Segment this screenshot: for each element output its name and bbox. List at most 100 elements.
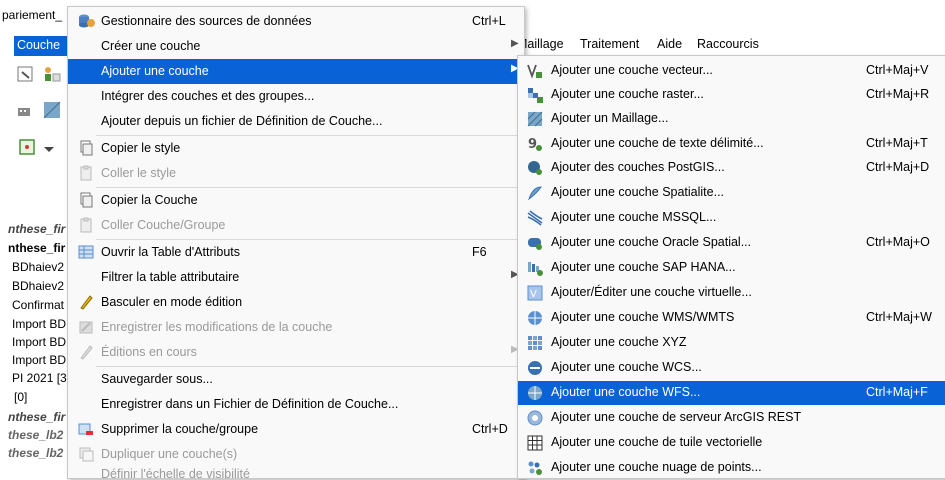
- menu-item-copy-style[interactable]: Copier le style: [68, 136, 524, 161]
- menu-item-remove-layer[interactable]: Supprimer la couche/groupe Ctrl+D: [68, 417, 524, 442]
- submenu-item-label: Ajouter une couche Oracle Spatial...: [551, 235, 752, 249]
- submenu-item-xyz[interactable]: Ajouter une couche XYZ: [518, 331, 945, 355]
- layer-row[interactable]: nthese_fir: [8, 222, 65, 236]
- submenu-item-label: Ajouter une couche WMS/WMTS: [551, 310, 735, 324]
- submenu-item-spatialite[interactable]: Ajouter une couche Spatialite...: [518, 181, 945, 205]
- submenu-item-label: Ajouter une couche nuage de points...: [551, 460, 762, 474]
- menu-item-label: Ajouter depuis un fichier de Définition …: [101, 114, 383, 128]
- submenu-item-vector[interactable]: Ajouter une couche vecteur... Ctrl+Maj+V: [518, 59, 945, 83]
- window-title: pariement_: [2, 8, 63, 22]
- menu-aide[interactable]: Aide: [657, 37, 682, 51]
- submenu-item-postgis[interactable]: Ajouter des couches PostGIS... Ctrl+Maj+…: [518, 156, 945, 180]
- mesh-layer-icon: [527, 111, 543, 127]
- menu-raccourcis[interactable]: Raccourcis: [697, 37, 759, 51]
- submenu-item-mesh[interactable]: Ajouter un Maillage...: [518, 107, 945, 131]
- menu-couche[interactable]: Couche: [14, 36, 68, 56]
- menu-item-label: Coller Couche/Groupe: [101, 218, 226, 232]
- menu-item-label: Ouvrir la Table d'Attributs: [101, 245, 241, 259]
- submenu-item-label: Ajouter des couches PostGIS...: [551, 160, 725, 174]
- menu-item-label: Ajouter une couche: [101, 64, 209, 78]
- layer-row[interactable]: BDhaiev2: [12, 279, 64, 293]
- submenu-item-point-cloud[interactable]: Ajouter une couche nuage de points...: [518, 456, 945, 480]
- submenu-item-oracle[interactable]: Ajouter une couche Oracle Spatial... Ctr…: [518, 231, 945, 255]
- couche-menu: Gestionnaire des sources de données Ctrl…: [67, 6, 525, 479]
- attribute-icon[interactable]: [42, 64, 62, 84]
- layer-row[interactable]: Import BD: [12, 353, 66, 367]
- paste-icon: [78, 217, 94, 233]
- menu-item-open-attribute-table[interactable]: Ouvrir la Table d'Attributs F6: [68, 240, 524, 265]
- menu-item-duplicate-layer[interactable]: Dupliquer une couche(s): [68, 442, 524, 467]
- menu-item-add-layer[interactable]: Ajouter une couche ▶: [68, 59, 524, 84]
- raster-layer-icon: [527, 87, 543, 103]
- layer-row[interactable]: Import BD: [12, 317, 66, 331]
- menu-item-label: Créer une couche: [101, 39, 201, 53]
- menu-item-label: Copier la Couche: [101, 193, 198, 207]
- submenu-item-label: Ajouter une couche de tuile vectorielle: [551, 435, 763, 449]
- mssql-icon: [527, 210, 543, 226]
- submenu-item-mssql[interactable]: Ajouter une couche MSSQL...: [518, 206, 945, 230]
- copy-icon: [78, 192, 94, 208]
- menu-item-label: Définir l'échelle de visibilité: [101, 467, 250, 478]
- menu-item-save-definition-file[interactable]: Enregistrer dans un Fichier de Définitio…: [68, 392, 524, 417]
- digitize-icon[interactable]: [16, 102, 36, 122]
- layer-row[interactable]: these_lb2: [8, 428, 63, 442]
- menu-item-label: Gestionnaire des sources de données: [101, 14, 312, 28]
- delimited-text-icon: 9: [527, 136, 543, 152]
- menu-item-current-edits[interactable]: Éditions en cours ▶: [68, 340, 524, 365]
- menu-item-embed-layers[interactable]: Intégrer des couches et des groupes...: [68, 84, 524, 109]
- virtual-layer-icon: V: [527, 285, 543, 301]
- layer-row[interactable]: PI 2021 [3: [12, 371, 67, 385]
- wcs-icon: [527, 360, 543, 376]
- menu-item-filter-table[interactable]: Filtrer la table attributaire ▶: [68, 265, 524, 290]
- submenu-arrow-icon: ▶: [511, 38, 519, 49]
- layer-row[interactable]: [0]: [14, 390, 27, 404]
- menu-item-toggle-editing[interactable]: Basculer en mode édition: [68, 290, 524, 315]
- layer-row[interactable]: Confirmat: [12, 298, 64, 312]
- submenu-item-wms[interactable]: Ajouter une couche WMS/WMTS Ctrl+Maj+W: [518, 306, 945, 330]
- menu-item-add-from-definition[interactable]: Ajouter depuis un fichier de Définition …: [68, 109, 524, 134]
- menu-item-copy-layer[interactable]: Copier la Couche: [68, 188, 524, 213]
- dropdown-arrow-icon[interactable]: [42, 142, 58, 156]
- submenu-item-vector-tile[interactable]: Ajouter une couche de tuile vectorielle: [518, 431, 945, 455]
- menu-item-paste-style[interactable]: Coller le style: [68, 161, 524, 186]
- menu-item-shortcut: Ctrl+D: [472, 422, 508, 436]
- menu-traitement[interactable]: Traitement: [580, 37, 639, 51]
- submenu-item-label: Ajouter une couche MSSQL...: [551, 210, 717, 224]
- layer-row[interactable]: Import BD: [12, 335, 66, 349]
- layer-row[interactable]: BDhaiev2: [12, 260, 64, 274]
- submenu-item-label: Ajouter une couche Spatialite...: [551, 185, 725, 199]
- submenu-item-wfs[interactable]: Ajouter une couche WFS... Ctrl+Maj+F: [518, 381, 945, 405]
- submenu-item-arcgis-rest[interactable]: Ajouter une couche de serveur ArcGIS RES…: [518, 406, 945, 430]
- add-layer-submenu: Ajouter une couche vecteur... Ctrl+Maj+V…: [517, 55, 945, 479]
- wfs-icon: [527, 385, 543, 401]
- submenu-item-shortcut: Ctrl+Maj+V: [866, 63, 929, 77]
- submenu-item-shortcut: Ctrl+Maj+D: [866, 160, 930, 174]
- submenu-item-shortcut: Ctrl+Maj+R: [866, 87, 930, 101]
- raster-tool-icon[interactable]: [42, 100, 62, 120]
- menu-item-label: Filtrer la table attributaire: [101, 270, 240, 284]
- hana-icon: [527, 260, 543, 276]
- menu-item-create-layer[interactable]: Créer une couche ▶: [68, 34, 524, 59]
- submenu-item-wcs[interactable]: Ajouter une couche WCS...: [518, 356, 945, 380]
- database-icon: [78, 13, 95, 29]
- submenu-item-raster[interactable]: Ajouter une couche raster... Ctrl+Maj+R: [518, 83, 945, 107]
- menu-item-visibility-scale[interactable]: Définir l'échelle de visibilité: [68, 467, 524, 478]
- submenu-item-virtual-layer[interactable]: V Ajouter/Éditer une couche virtuelle...: [518, 281, 945, 305]
- menu-item-paste-layer[interactable]: Coller Couche/Groupe: [68, 213, 524, 238]
- layer-row[interactable]: nthese_fir: [8, 241, 65, 255]
- menu-item-label: Dupliquer une couche(s): [101, 447, 238, 461]
- select-feature-icon[interactable]: [18, 138, 38, 158]
- menu-item-save-edits[interactable]: Enregistrer les modifications de la couc…: [68, 315, 524, 340]
- submenu-item-delimited-text[interactable]: 9 Ajouter une couche de texte délimité..…: [518, 132, 945, 156]
- menu-item-data-source-manager[interactable]: Gestionnaire des sources de données Ctrl…: [68, 9, 524, 34]
- menu-item-save-as[interactable]: Sauvegarder sous...: [68, 367, 524, 392]
- duplicate-icon: [78, 446, 94, 462]
- menu-item-label: Supprimer la couche/groupe: [101, 422, 259, 436]
- submenu-item-sap-hana[interactable]: Ajouter une couche SAP HANA...: [518, 256, 945, 280]
- save-edits-icon: [78, 319, 94, 335]
- layer-row[interactable]: these_lb2: [8, 446, 63, 460]
- layer-row[interactable]: nthese_fir: [8, 410, 65, 424]
- identify-icon[interactable]: [16, 64, 36, 84]
- postgis-icon: [527, 160, 543, 176]
- menu-item-label: Sauvegarder sous...: [101, 372, 213, 386]
